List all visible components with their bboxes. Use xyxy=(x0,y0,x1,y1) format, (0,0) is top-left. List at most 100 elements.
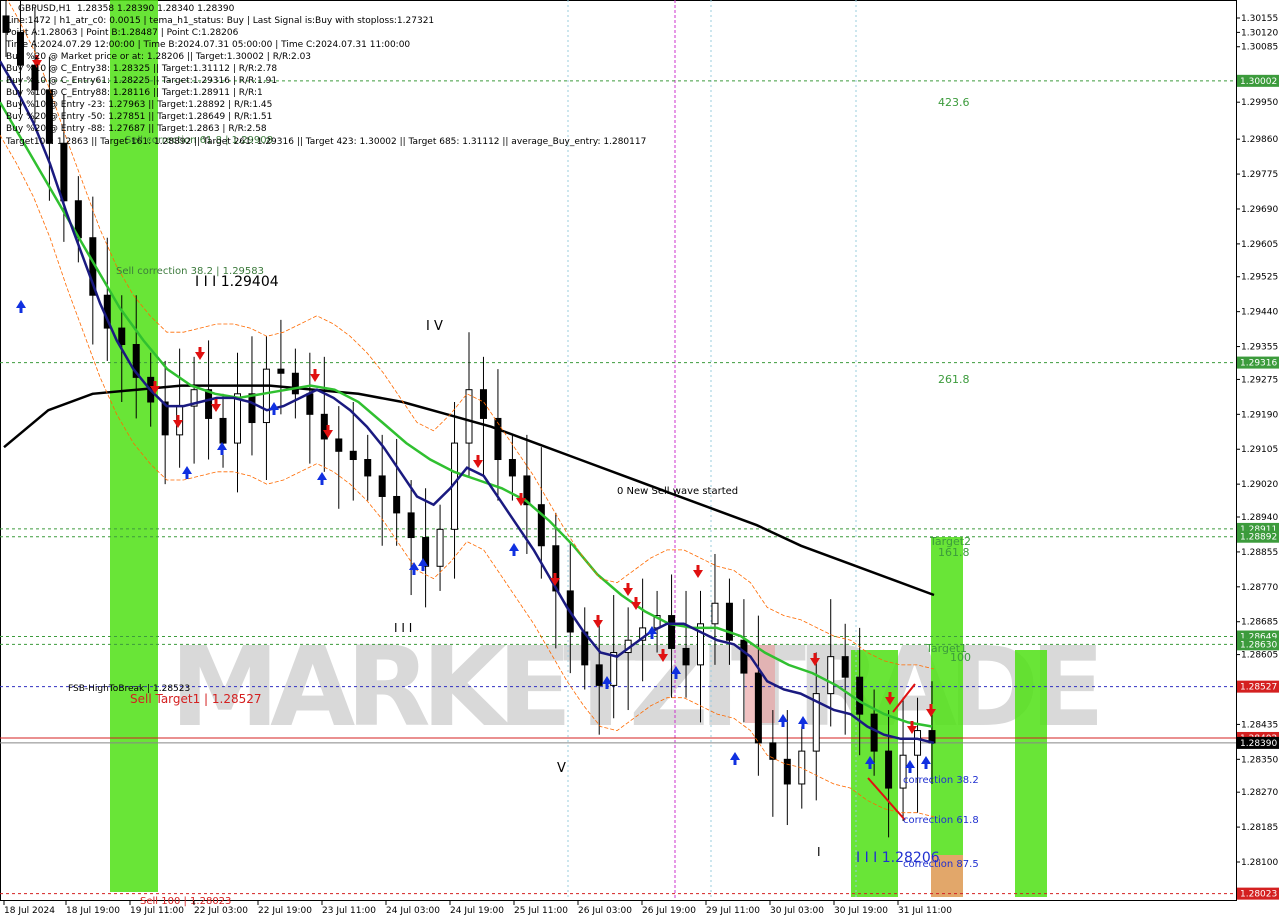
signal-zone xyxy=(931,537,963,897)
candle xyxy=(205,389,213,419)
candle xyxy=(234,393,241,444)
price-badge-label: 1.30002 xyxy=(1240,77,1277,87)
time-tick-label: 26 Jul 03:00 xyxy=(578,906,632,916)
candle xyxy=(291,372,299,395)
sell-arrow-icon xyxy=(623,583,633,596)
price-tick-label: 1.29020 xyxy=(1241,480,1278,490)
price-tick-label: 1.28605 xyxy=(1241,651,1278,661)
time-tick-label: 19 Jul 11:00 xyxy=(130,906,184,916)
time-tick-label: 22 Jul 19:00 xyxy=(258,906,312,916)
candle xyxy=(262,368,270,424)
buy-arrow-icon xyxy=(730,752,740,765)
info-line: Buy %10 @ C_Entry61: 1.28225 || Target:1… xyxy=(6,76,278,86)
buy-arrow-icon xyxy=(317,472,327,485)
candle xyxy=(393,495,401,514)
info-line: Point A:1.28063 | Point B:1.28487 | Poin… xyxy=(6,28,239,38)
time-tick-label: 22 Jul 03:00 xyxy=(194,906,248,916)
fib-100-label: 100 xyxy=(950,651,971,664)
sell-arrow-icon xyxy=(211,399,221,412)
info-line: Buy %10 @ C_Entry38: 1.28325 || Target:1… xyxy=(6,64,278,74)
time-tick-label: 24 Jul 19:00 xyxy=(450,906,504,916)
candle xyxy=(378,475,386,497)
price-badge-label: 1.29316 xyxy=(1240,359,1277,369)
price-tick-label: 1.28185 xyxy=(1241,823,1278,833)
info-line: Time A:2024.07.29 12:00:00 | Time B:2024… xyxy=(6,40,411,50)
price-tick-label: 1.29105 xyxy=(1241,445,1278,455)
correction-618-label: correction 61.8 xyxy=(903,815,979,826)
candle xyxy=(219,417,227,444)
candle xyxy=(248,393,256,424)
sell-arrow-icon xyxy=(310,369,320,382)
price-tick-label: 1.29440 xyxy=(1241,308,1278,318)
price-tick-label: 1.30120 xyxy=(1241,28,1278,38)
price-tick-label: 1.28100 xyxy=(1241,858,1278,868)
wave-i-label: I xyxy=(817,845,821,859)
correction-382-label: correction 38.2 xyxy=(903,775,979,786)
buy-arrow-icon xyxy=(182,466,192,479)
price-tick-label: 1.28350 xyxy=(1241,755,1278,765)
price-tick-label: 1.28435 xyxy=(1241,720,1278,730)
price-tick-label: 1.28770 xyxy=(1241,583,1278,593)
price-tick-label: 1.29525 xyxy=(1241,273,1278,283)
ohlc-values: 1.28358 1.28390 1.28340 1.28390 xyxy=(76,4,235,14)
buy-arrow-icon xyxy=(217,442,227,455)
candle xyxy=(349,450,357,461)
candle xyxy=(494,417,502,461)
candle xyxy=(508,459,516,477)
candle xyxy=(740,639,748,674)
candle xyxy=(277,368,285,374)
time-tick-label: 18 Jul 19:00 xyxy=(66,906,120,916)
wave-c-level-label: I I I 1.28206 xyxy=(856,850,940,866)
candle xyxy=(335,438,343,452)
sell-arrow-icon xyxy=(195,347,205,360)
buy-arrow-icon xyxy=(509,543,519,556)
candle xyxy=(725,602,733,641)
info-line: Buy %20 @ Market price or at: 1.28206 ||… xyxy=(6,52,312,62)
candle xyxy=(60,142,68,202)
time-tick-label: 31 Jul 11:00 xyxy=(898,906,952,916)
candle xyxy=(754,672,762,744)
price-tick-label: 1.29605 xyxy=(1241,240,1278,250)
buy-arrow-icon xyxy=(16,300,26,313)
candle xyxy=(306,393,314,415)
fib-261-label: 261.8 xyxy=(938,373,970,386)
time-tick-label: 25 Jul 11:00 xyxy=(514,906,568,916)
candle xyxy=(827,656,835,695)
price-tick-label: 1.30155 xyxy=(1241,14,1278,24)
candle xyxy=(595,664,603,686)
price-tick-label: 1.29690 xyxy=(1241,205,1278,215)
buy-arrow-icon xyxy=(409,562,419,575)
symbol-label: GBPUSD,H1 xyxy=(18,4,72,14)
fib-423-label: 423.6 xyxy=(938,96,970,109)
candle xyxy=(118,327,126,346)
time-tick-label: 30 Jul 19:00 xyxy=(834,906,888,916)
time-tick-label: 29 Jul 11:00 xyxy=(706,906,760,916)
chart-window[interactable]: { "header": { "symbol": "GBPUSD,H1", "oh… xyxy=(0,0,1280,920)
candle xyxy=(465,389,473,444)
sell-arrow-icon xyxy=(473,455,483,468)
symbol-header: GBPUSD,H1 1.28358 1.28390 1.28340 1.2839… xyxy=(18,4,234,15)
time-tick-label: 24 Jul 03:00 xyxy=(386,906,440,916)
candle xyxy=(436,528,444,567)
info-line: Target100: 1.2863 || Target 161: 1.28892… xyxy=(6,137,647,147)
price-tick-label: 1.28855 xyxy=(1241,548,1278,558)
price-badge-label: 1.28630 xyxy=(1240,640,1277,650)
signal-zone xyxy=(1015,650,1047,897)
price-tick-label: 1.28940 xyxy=(1241,513,1278,523)
candle xyxy=(364,459,372,477)
wave-iv-label: I V xyxy=(426,319,443,334)
price-tick-label: 1.29775 xyxy=(1241,170,1278,180)
new-sell-wave-label: 0 New Sell wave started xyxy=(617,486,738,497)
wave-v-label: V xyxy=(557,761,566,776)
time-tick-label: 18 Jul 2024 xyxy=(4,906,55,916)
candle xyxy=(668,615,676,649)
candle xyxy=(885,750,893,789)
price-tick-label: 1.30085 xyxy=(1241,43,1278,53)
price-tick-label: 1.28685 xyxy=(1241,618,1278,628)
candle xyxy=(783,758,791,785)
fib-161-label: 161.8 xyxy=(938,546,970,559)
time-tick-label: 30 Jul 03:00 xyxy=(770,906,824,916)
info-line: Buy %10 @ C_Entry88: 1.28116 || Target:1… xyxy=(6,88,263,98)
time-tick-label: 23 Jul 11:00 xyxy=(322,906,376,916)
candle xyxy=(856,676,864,715)
